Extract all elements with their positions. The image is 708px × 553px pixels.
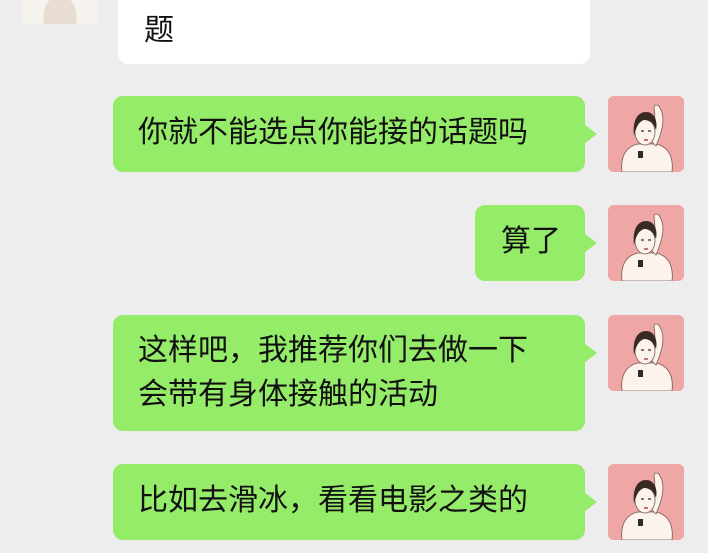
woman-portrait-icon bbox=[608, 464, 684, 540]
sent-message-bubble[interactable]: 这样吧，我推荐你们去做一下 会带有身体接触的活动 bbox=[113, 315, 597, 431]
woman-portrait-icon bbox=[608, 315, 684, 391]
woman-portrait-icon bbox=[608, 205, 684, 281]
user-avatar[interactable] bbox=[608, 205, 684, 281]
chat-window: 题 你就不能选点你能接的话题吗 算了 这样吧，我推荐你们去做一下 会带有身体接触… bbox=[0, 0, 708, 553]
sent-message-bubble[interactable]: 你就不能选点你能接的话题吗 bbox=[113, 96, 597, 172]
message-text: 你就不能选点你能接的话题吗 bbox=[138, 115, 528, 150]
sent-message-bubble[interactable]: 算了 bbox=[475, 205, 597, 281]
sent-message-bubble[interactable]: 比如去滑冰，看看电影之类的 bbox=[113, 464, 597, 540]
message-text: 题 bbox=[144, 13, 174, 48]
message-text: 比如去滑冰，看看电影之类的 bbox=[138, 483, 528, 518]
contact-avatar[interactable] bbox=[22, 0, 98, 24]
received-message-bubble[interactable]: 题 bbox=[118, 0, 590, 64]
user-avatar[interactable] bbox=[608, 96, 684, 172]
user-avatar[interactable] bbox=[608, 464, 684, 540]
woman-portrait-icon bbox=[608, 96, 684, 172]
message-text-line-1: 这样吧，我推荐你们去做一下 bbox=[138, 333, 528, 368]
woman-portrait-icon bbox=[22, 0, 98, 24]
user-avatar[interactable] bbox=[608, 315, 684, 391]
message-text: 算了 bbox=[501, 224, 561, 259]
message-text-line-2: 会带有身体接触的活动 bbox=[138, 377, 438, 412]
